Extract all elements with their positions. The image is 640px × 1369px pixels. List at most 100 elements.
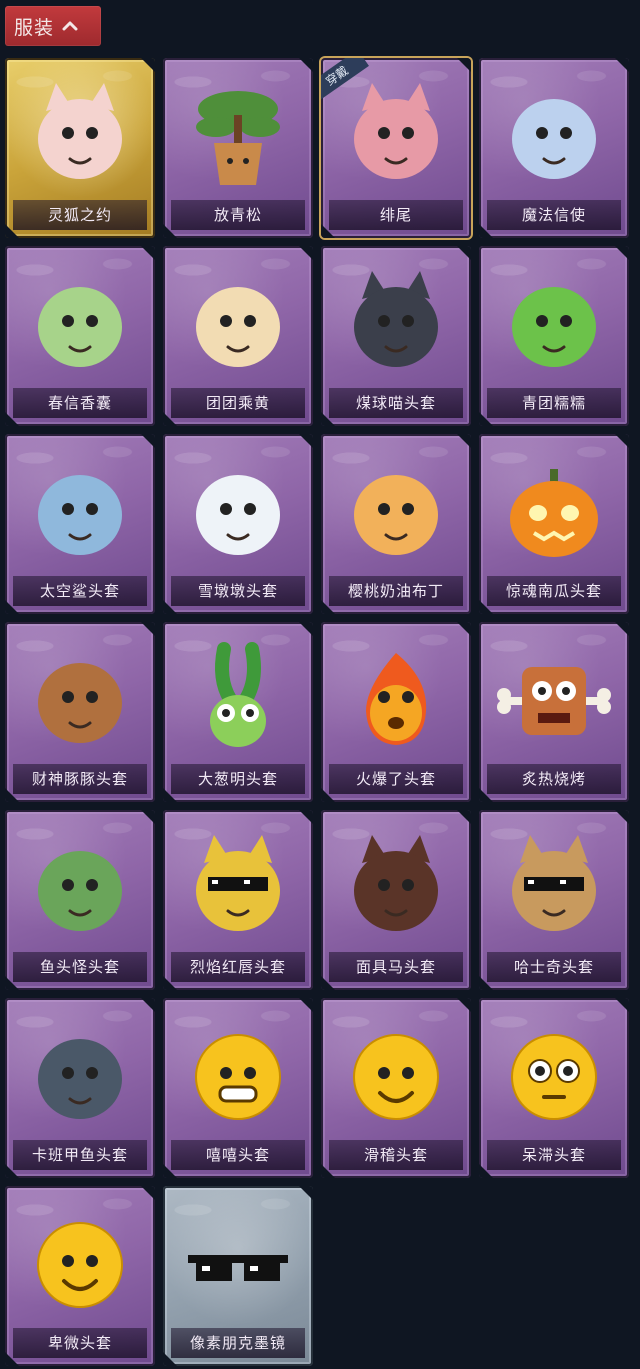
costume-card[interactable]: 鱼头怪头套 [5, 810, 155, 990]
grin-emoji-icon [163, 1010, 313, 1140]
fish-icon [5, 1010, 155, 1140]
card-corner-fold [457, 622, 471, 636]
costume-name: 像素朋克墨镜 [171, 1328, 305, 1358]
fox-spirit-icon [5, 70, 155, 200]
capybara-icon [5, 634, 155, 764]
card-corner-fold [141, 998, 155, 1012]
costume-card[interactable]: 春信香囊 [5, 246, 155, 426]
costume-card[interactable]: 呆滞头套 [479, 998, 629, 1178]
card-corner-fold [141, 434, 155, 448]
card-corner-fold [141, 810, 155, 824]
fireball-icon [321, 634, 471, 764]
card-corner-fold [299, 622, 313, 636]
costume-name: 滑稽头套 [329, 1140, 463, 1170]
black-cat-icon [321, 258, 471, 388]
costume-card[interactable]: 哈士奇头套 [479, 810, 629, 990]
husky-icon [479, 822, 629, 952]
costume-card[interactable]: 滑稽头套 [321, 998, 471, 1178]
card-corner-fold [141, 1186, 155, 1200]
costume-card[interactable]: 惊魂南瓜头套 [479, 434, 629, 614]
costume-card[interactable]: 嘻嘻头套 [163, 998, 313, 1178]
costume-card[interactable]: 卡班甲鱼头套 [5, 998, 155, 1178]
costume-card[interactable]: 樱桃奶油布丁 [321, 434, 471, 614]
card-corner-fold [299, 58, 313, 72]
costume-card[interactable]: 放青松 [163, 58, 313, 238]
costume-name: 春信香囊 [13, 388, 147, 418]
scallion-icon [163, 634, 313, 764]
costume-card[interactable]: 财神豚豚头套 [5, 622, 155, 802]
costume-name: 灵狐之约 [13, 200, 147, 230]
pumpkin-icon [479, 446, 629, 576]
costume-name: 太空鲨头套 [13, 576, 147, 606]
shark-icon [5, 446, 155, 576]
costume-card[interactable]: 团团乘黄 [163, 246, 313, 426]
bonsai-pine-icon [163, 70, 313, 200]
costume-name: 卑微头套 [13, 1328, 147, 1358]
costume-card[interactable]: 火爆了头套 [321, 622, 471, 802]
costume-name: 卡班甲鱼头套 [13, 1140, 147, 1170]
costume-card[interactable]: 像素朋克墨镜 [163, 1186, 313, 1366]
card-corner-fold [141, 622, 155, 636]
card-corner-fold [615, 998, 629, 1012]
costume-card[interactable]: 魔法信使 [479, 58, 629, 238]
round-beast-icon [163, 258, 313, 388]
costume-name: 财神豚豚头套 [13, 764, 147, 794]
costume-name: 火爆了头套 [329, 764, 463, 794]
card-corner-fold [299, 434, 313, 448]
costume-card[interactable]: 大葱明头套 [163, 622, 313, 802]
pudding-icon [321, 446, 471, 576]
card-corner-fold [457, 810, 471, 824]
card-corner-fold [299, 810, 313, 824]
card-corner-fold [457, 58, 471, 72]
costume-name: 青团糯糯 [487, 388, 621, 418]
costume-name: 面具马头套 [329, 952, 463, 982]
card-corner-fold [299, 1186, 313, 1200]
costume-name: 团团乘黄 [171, 388, 305, 418]
costume-name: 绯尾 [329, 200, 463, 230]
card-corner-fold [141, 58, 155, 72]
costume-card[interactable]: 面具马头套 [321, 810, 471, 990]
costume-name: 魔法信使 [487, 200, 621, 230]
card-corner-fold [615, 246, 629, 260]
costume-name: 呆滞头套 [487, 1140, 621, 1170]
card-corner-fold [141, 246, 155, 260]
costume-card[interactable]: 卑微头套 [5, 1186, 155, 1366]
costume-name: 炙热烧烤 [487, 764, 621, 794]
card-corner-fold [299, 998, 313, 1012]
costume-card[interactable]: 灵狐之约 [5, 58, 155, 238]
costume-name: 大葱明头套 [171, 764, 305, 794]
chevron-up-icon [62, 20, 78, 32]
stare-emoji-icon [479, 1010, 629, 1140]
card-corner-fold [457, 434, 471, 448]
pixel-sunglasses-icon [163, 1198, 313, 1328]
costume-name: 哈士奇头套 [487, 952, 621, 982]
card-corner-fold [457, 246, 471, 260]
costume-name: 惊魂南瓜头套 [487, 576, 621, 606]
costume-card[interactable]: 太空鲨头套 [5, 434, 155, 614]
card-corner-fold [615, 434, 629, 448]
fish-head-icon [5, 822, 155, 952]
card-corner-fold [615, 622, 629, 636]
green-dumpling-icon [479, 258, 629, 388]
card-corner-fold [615, 58, 629, 72]
costume-name: 樱桃奶油布丁 [329, 576, 463, 606]
fox-tail-girl-icon [321, 70, 471, 200]
yellow-mask-icon [163, 822, 313, 952]
costume-card[interactable]: 烈焰红唇头套 [163, 810, 313, 990]
costume-card[interactable]: 煤球喵头套 [321, 246, 471, 426]
card-corner-fold [615, 810, 629, 824]
smirk-emoji-icon [321, 1010, 471, 1140]
costume-card[interactable]: 绯尾 穿戴 [321, 58, 471, 238]
costume-card[interactable]: 雪墩墩头套 [163, 434, 313, 614]
snowman-icon [163, 446, 313, 576]
card-corner-fold [299, 246, 313, 260]
card-corner-fold [457, 998, 471, 1012]
meat-bone-icon [479, 634, 629, 764]
costume-card[interactable]: 青团糯糯 [479, 246, 629, 426]
shy-emoji-icon [5, 1198, 155, 1328]
costume-card[interactable]: 炙热烧烤 [479, 622, 629, 802]
elephant-icon [479, 70, 629, 200]
costume-category-toggle[interactable]: 服装 [5, 6, 101, 46]
costume-name: 煤球喵头套 [329, 388, 463, 418]
sachet-icon [5, 258, 155, 388]
